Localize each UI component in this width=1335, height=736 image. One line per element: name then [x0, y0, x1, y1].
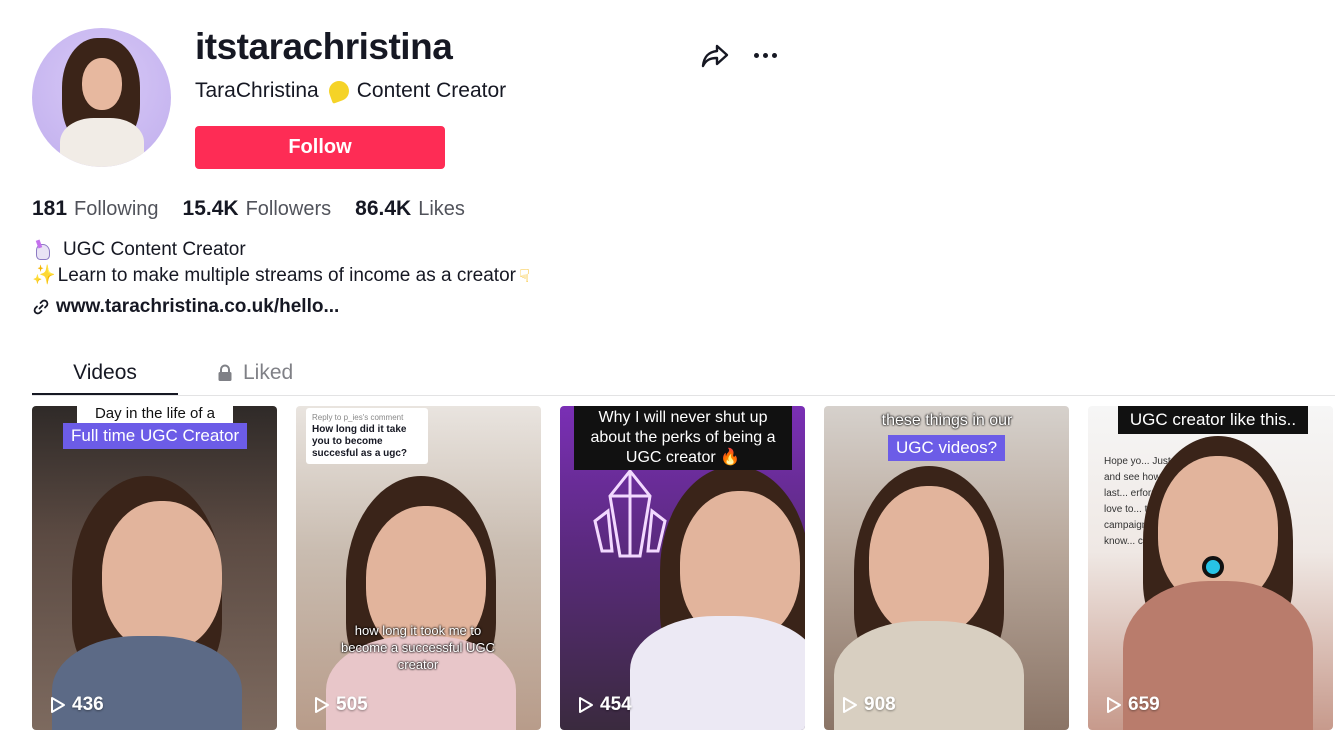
play-icon [51, 697, 65, 713]
video-reply-bubble: Reply to p_ies's comment How long did it… [306, 408, 428, 464]
profile-tabs: Videos Liked [32, 350, 1335, 396]
profile-stats: 181 Following 15.4K Followers 86.4K Like… [32, 197, 489, 221]
profile-nickname: TaraChristina Content Creator [195, 78, 507, 104]
video-card[interactable]: Reply to p_ies's comment How long did it… [296, 406, 541, 730]
video-views: 908 [842, 694, 896, 716]
video-view-count: 454 [600, 694, 632, 715]
profile-link[interactable]: www.tarachristina.co.uk/hello... [32, 296, 339, 318]
video-view-count: 908 [864, 694, 896, 715]
stat-likes: 86.4K Likes [355, 197, 465, 221]
avatar-body [60, 118, 144, 167]
video-caption-tag: UGC videos? [888, 435, 1006, 461]
lemon-icon [325, 78, 352, 104]
stat-following[interactable]: 181 Following [32, 197, 159, 221]
bio-line: UGC Content Creator [32, 237, 530, 263]
video-caption-bottom: how long it took me to become a successf… [341, 623, 495, 672]
share-icon[interactable] [699, 40, 731, 70]
video-reply-header: Reply to p_ies's comment [312, 413, 404, 422]
video-card[interactable]: Why I will never shut up about the perks… [560, 406, 805, 730]
profile-username: itstarachristina [195, 26, 453, 67]
avatar-face [82, 58, 122, 110]
tab-liked[interactable]: Liked [217, 350, 293, 396]
lock-icon [218, 364, 232, 381]
point-down-icon: ☟ [518, 266, 530, 286]
play-icon [579, 697, 593, 713]
video-reply-text: How long did it take you to become succe… [312, 424, 408, 459]
video-thumbnail-face [102, 501, 222, 651]
video-thumbnail-body [630, 616, 805, 730]
follow-button[interactable]: Follow [195, 126, 445, 169]
unicorn-icon [32, 240, 52, 260]
active-tab-indicator [32, 393, 178, 395]
video-caption-top: UGC creator like this.. [1118, 406, 1308, 434]
avatar[interactable] [32, 28, 171, 167]
video-card[interactable]: Hope yo... Just wa... and see how the la… [1088, 406, 1333, 730]
link-icon [33, 299, 49, 315]
nickname-text: TaraChristina [195, 79, 319, 102]
play-icon [843, 697, 857, 713]
stat-label: Likes [418, 198, 465, 220]
video-view-count: 505 [336, 694, 368, 715]
video-views: 659 [1106, 694, 1160, 716]
more-options-icon[interactable] [749, 40, 781, 70]
play-icon [1107, 697, 1121, 713]
video-card[interactable]: these things in our UGC videos? 908 [824, 406, 1069, 730]
video-view-count: 436 [72, 694, 104, 715]
video-views: 454 [578, 694, 632, 716]
video-caption-top: these things in our [881, 412, 1013, 429]
video-view-count: 659 [1128, 694, 1160, 715]
stat-label: Followers [245, 198, 332, 220]
tab-videos[interactable]: Videos [32, 350, 178, 396]
video-caption-top: Why I will never shut up about the perks… [574, 406, 792, 470]
bio-line1-text: UGC Content Creator [63, 239, 246, 260]
video-views: 505 [314, 694, 368, 716]
video-thumbnail-face [869, 486, 989, 636]
stat-value: 86.4K [355, 197, 412, 220]
bio-line2-text: Learn to make multiple streams of income… [57, 265, 516, 286]
video-caption-tag: Full time UGC Creator [63, 423, 248, 449]
stat-value: 181 [32, 197, 68, 220]
stat-value: 15.4K [182, 197, 239, 220]
tab-label: Videos [73, 361, 137, 384]
profile-bio: UGC Content Creator ✨ Learn to make mult… [32, 237, 530, 289]
link-text: www.tarachristina.co.uk/hello... [56, 296, 340, 317]
stat-label: Following [74, 198, 159, 220]
video-views: 436 [50, 694, 104, 716]
sticker-icon [1202, 556, 1224, 578]
sparkles-icon: ✨ [32, 265, 56, 286]
play-icon [315, 697, 329, 713]
tab-label: Liked [243, 361, 294, 384]
crystal-neon-icon [593, 468, 667, 558]
stat-followers[interactable]: 15.4K Followers [183, 197, 332, 221]
bio-line: ✨ Learn to make multiple streams of inco… [32, 263, 530, 289]
nickname-suffix: Content Creator [356, 79, 507, 102]
video-grid: Day in the life of a Full time UGC Creat… [32, 406, 1333, 730]
video-card[interactable]: Day in the life of a Full time UGC Creat… [32, 406, 277, 730]
